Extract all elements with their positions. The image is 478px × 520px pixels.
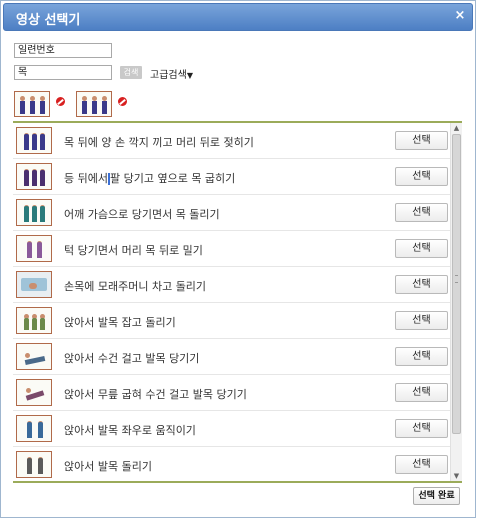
video-thumbnail bbox=[16, 307, 52, 334]
video-thumbnail bbox=[16, 235, 52, 262]
select-button[interactable]: 선택 bbox=[395, 383, 448, 402]
video-thumbnail bbox=[16, 343, 52, 370]
select-button[interactable]: 선택 bbox=[395, 455, 448, 474]
title-bar[interactable]: 영상 선택기 × bbox=[3, 3, 473, 31]
video-title-part: 등 뒤에서 bbox=[64, 172, 108, 185]
video-title: 등 뒤에서 팔 당기고 옆으로 목 굽히기 bbox=[64, 170, 235, 186]
select-button[interactable]: 선택 bbox=[395, 239, 448, 258]
select-button[interactable]: 선택 bbox=[395, 131, 448, 150]
figure-body bbox=[40, 101, 45, 114]
video-thumbnail bbox=[16, 415, 52, 442]
video-title: 앉아서 발목 돌리기 bbox=[64, 460, 152, 473]
list-item: 턱 당기면서 머리 목 뒤로 밀기 선택 bbox=[13, 231, 450, 267]
scroll-grip bbox=[455, 275, 458, 283]
list-item: 어깨 가슴으로 당기면서 목 돌리기 선택 bbox=[13, 195, 450, 231]
selected-video-thumbnail[interactable] bbox=[14, 91, 50, 117]
list-item: 앉아서 발목 돌리기 선택 bbox=[13, 447, 450, 481]
video-title: 앉아서 무릎 굽혀 수건 걸고 발목 당기기 bbox=[64, 388, 247, 401]
select-button[interactable]: 선택 bbox=[395, 419, 448, 438]
video-thumbnail bbox=[16, 127, 52, 154]
video-thumbnail bbox=[16, 163, 52, 190]
list-item: 앉아서 발목 잡고 돌리기 선택 bbox=[13, 303, 450, 339]
triangle-down-icon: ▼ bbox=[186, 71, 193, 80]
video-title: 앉아서 발목 좌우로 움직이기 bbox=[64, 424, 196, 437]
list-bottom-divider bbox=[13, 481, 462, 483]
keyword-field[interactable]: 목 bbox=[14, 65, 112, 80]
search-button[interactable]: 검색 bbox=[120, 66, 142, 79]
no-entry-icon[interactable] bbox=[56, 97, 65, 106]
list-item: 앉아서 무릎 굽혀 수건 걸고 발목 당기기 선택 bbox=[13, 375, 450, 411]
vertical-scrollbar[interactable]: ▲ ▼ bbox=[450, 123, 462, 481]
list-item: 목 뒤에 양 손 깍지 끼고 머리 뒤로 젖히기 선택 bbox=[13, 123, 450, 159]
video-title: 앉아서 발목 잡고 돌리기 bbox=[64, 316, 176, 329]
serial-number-field[interactable]: 일련번호 bbox=[14, 43, 112, 58]
select-button[interactable]: 선택 bbox=[395, 275, 448, 294]
scroll-thumb[interactable] bbox=[452, 134, 461, 434]
video-title-part: 팔 당기고 옆으로 목 굽히기 bbox=[109, 172, 236, 185]
done-button[interactable]: 선택 완료 bbox=[413, 487, 460, 505]
list-item: 앉아서 수건 걸고 발목 당기기 선택 bbox=[13, 339, 450, 375]
advanced-search-toggle[interactable]: 고급검색▼ bbox=[150, 66, 193, 81]
select-button[interactable]: 선택 bbox=[395, 203, 448, 222]
video-list: 목 뒤에 양 손 깍지 끼고 머리 뒤로 젖히기 선택 등 뒤에서 팔 당기고 옆… bbox=[13, 123, 462, 481]
video-title: 목 뒤에 양 손 깍지 끼고 머리 뒤로 젖히기 bbox=[64, 136, 254, 149]
video-thumbnail bbox=[16, 451, 52, 478]
list-item: 등 뒤에서 팔 당기고 옆으로 목 굽히기 선택 bbox=[13, 159, 450, 195]
figure-body bbox=[82, 101, 87, 114]
video-title: 턱 당기면서 머리 목 뒤로 밀기 bbox=[64, 244, 203, 257]
video-thumbnail bbox=[16, 379, 52, 406]
video-picker-dialog: 영상 선택기 × 일련번호 목 검색 고급검색▼ 목 뒤에 양 손 깍지 끼고 … bbox=[0, 0, 476, 518]
select-button[interactable]: 선택 bbox=[395, 311, 448, 330]
video-title: 앉아서 수건 걸고 발목 당기기 bbox=[64, 352, 200, 365]
video-title: 손목에 모래주머니 차고 돌리기 bbox=[64, 280, 207, 293]
close-icon[interactable]: × bbox=[454, 9, 466, 22]
figure-body bbox=[92, 101, 97, 114]
figure-body bbox=[20, 101, 25, 114]
figure-body bbox=[102, 101, 107, 114]
figure-body bbox=[30, 101, 35, 114]
advanced-search-label: 고급검색 bbox=[150, 70, 187, 81]
video-thumbnail bbox=[16, 199, 52, 226]
select-button[interactable]: 선택 bbox=[395, 167, 448, 186]
scroll-up-icon[interactable]: ▲ bbox=[451, 123, 462, 133]
scroll-down-icon[interactable]: ▼ bbox=[451, 471, 462, 481]
no-entry-icon[interactable] bbox=[118, 97, 127, 106]
dialog-title: 영상 선택기 bbox=[16, 13, 81, 28]
select-button[interactable]: 선택 bbox=[395, 347, 448, 366]
video-thumbnail bbox=[16, 271, 52, 298]
list-item: 손목에 모래주머니 차고 돌리기 선택 bbox=[13, 267, 450, 303]
video-title: 어깨 가슴으로 당기면서 목 돌리기 bbox=[64, 208, 220, 221]
list-item: 앉아서 발목 좌우로 움직이기 선택 bbox=[13, 411, 450, 447]
selected-video-thumbnail[interactable] bbox=[76, 91, 112, 117]
